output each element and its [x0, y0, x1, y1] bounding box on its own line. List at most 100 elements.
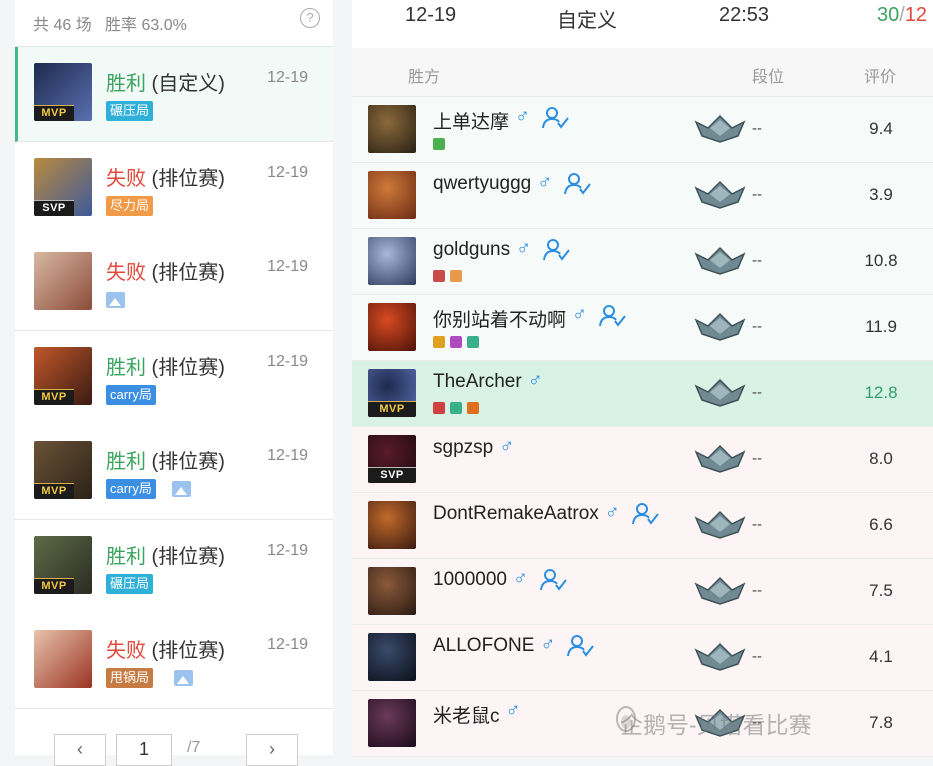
header-side: 胜方: [408, 69, 441, 86]
player-avatar[interactable]: [368, 105, 416, 153]
male-icon: ♂: [604, 501, 620, 523]
player-rating: 8.0: [869, 449, 893, 468]
match-tag: 碾压局: [106, 101, 154, 121]
player-name[interactable]: 米老鼠c: [433, 701, 500, 728]
rank-emblem-icon: [694, 312, 746, 342]
player-avatar[interactable]: SVP: [368, 435, 416, 483]
match-tag: 尽力局: [106, 195, 154, 216]
player-row[interactable]: ALLOFONE ♂ -- 4.1: [352, 625, 933, 691]
add-friend-icon[interactable]: [563, 172, 592, 196]
male-icon: ♂: [512, 567, 528, 589]
rank-emblem-icon: [694, 576, 746, 606]
players-table-header: 胜方 段位 评价: [352, 48, 933, 97]
next-page-button[interactable]: ›: [246, 734, 298, 766]
match-list-item[interactable]: MVP 胜利 (排位赛) 12-19 碾压局: [15, 519, 333, 615]
male-icon: ♂: [515, 105, 531, 127]
add-friend-icon[interactable]: [539, 568, 567, 592]
match-list-item[interactable]: MVP 胜利 (排位赛) 12-19 carry局: [15, 330, 333, 426]
add-friend-icon[interactable]: [541, 106, 569, 130]
player-name[interactable]: qwertyuggg: [433, 173, 531, 195]
achievement-icon: [433, 138, 445, 150]
player-avatar[interactable]: [368, 567, 416, 615]
player-name[interactable]: 1000000: [433, 569, 507, 591]
player-name[interactable]: 你别站着不动啊: [433, 305, 566, 332]
champion-avatar: [34, 252, 92, 310]
prev-page-button[interactable]: ‹: [54, 734, 106, 766]
player-row[interactable]: SVP sgpzsp ♂ -- 8.0: [352, 427, 933, 493]
result-label: 失败: [106, 640, 146, 662]
achievement-icons: [433, 137, 450, 151]
player-rating: 4.1: [869, 647, 893, 666]
record-summary: 共 46 场 胜率 63.0% ?: [15, 0, 333, 47]
match-list-item[interactable]: 失败 (排位赛) 12-19 甩锅局: [15, 614, 333, 709]
match-date: 12-19: [267, 636, 308, 653]
image-icon[interactable]: [106, 292, 125, 308]
result-label: 胜利: [106, 356, 146, 379]
match-list-item[interactable]: MVP 胜利 (自定义) 12-19 碾压局: [15, 47, 333, 142]
player-name[interactable]: 上单达摩: [433, 107, 509, 134]
header-rating: 评价: [864, 69, 897, 86]
player-rating: 10.8: [864, 251, 898, 270]
player-row[interactable]: 1000000 ♂ -- 7.5: [352, 559, 933, 625]
rank-value: --: [752, 120, 762, 137]
player-avatar[interactable]: [368, 171, 416, 219]
match-result: 胜利 (排位赛): [106, 540, 225, 569]
player-avatar[interactable]: [368, 237, 416, 285]
rank-emblem-icon: [694, 642, 746, 672]
result-label: 胜利: [106, 545, 146, 568]
rank-emblem-icon: [694, 510, 746, 540]
game-mode-label: (排位赛): [146, 262, 225, 284]
match-tag: 甩锅局: [106, 668, 154, 688]
mvp-badge: MVP: [368, 401, 416, 417]
match-date: 12-19: [267, 447, 308, 464]
match-date: 12-19: [267, 352, 308, 370]
player-name[interactable]: DontRemakeAatrox: [433, 503, 599, 525]
record-summary-text: 共 46 场 胜率 63.0%: [33, 17, 187, 34]
game-mode-label: (排位赛): [146, 167, 225, 190]
player-name[interactable]: ALLOFONE: [433, 635, 534, 657]
achievement-icon: [467, 336, 479, 348]
player-row[interactable]: goldguns ♂ -- 10.8: [352, 229, 933, 295]
achievement-icons: [433, 335, 484, 349]
player-avatar[interactable]: [368, 303, 416, 351]
player-avatar[interactable]: [368, 501, 416, 549]
male-icon: ♂: [540, 633, 556, 655]
match-duration: 22:53: [719, 4, 770, 26]
rank-value: --: [752, 252, 762, 269]
match-list-item[interactable]: 失败 (排位赛) 12-19: [15, 236, 333, 331]
svp-badge: SVP: [368, 467, 416, 483]
match-list-item[interactable]: MVP 胜利 (排位赛) 12-19 carry局: [15, 425, 333, 520]
match-list-item[interactable]: SVP 失败 (排位赛) 12-19 尽力局: [15, 141, 333, 237]
rank-value: --: [752, 186, 762, 203]
game-mode-label: (排位赛): [146, 545, 225, 568]
player-name[interactable]: goldguns: [433, 239, 510, 261]
player-avatar[interactable]: [368, 633, 416, 681]
add-friend-icon[interactable]: [542, 238, 570, 262]
current-page-field[interactable]: 1: [116, 734, 172, 766]
player-rating: 3.9: [869, 185, 893, 204]
player-row[interactable]: qwertyuggg ♂ -- 3.9: [352, 163, 933, 229]
player-avatar[interactable]: MVP: [368, 369, 416, 417]
rank-emblem-icon: [694, 444, 746, 474]
player-avatar[interactable]: [368, 699, 416, 747]
player-row[interactable]: 你别站着不动啊 ♂ -- 11.9: [352, 295, 933, 361]
player-name[interactable]: sgpzsp: [433, 437, 493, 459]
player-row[interactable]: MVP TheArcher ♂ -- 12.8: [352, 361, 933, 427]
image-icon[interactable]: [174, 670, 193, 686]
image-icon[interactable]: [172, 481, 191, 497]
player-rating: 6.6: [869, 515, 893, 534]
game-mode-label: (排位赛): [146, 356, 225, 379]
champion-avatar: MVP: [34, 535, 92, 594]
male-icon: ♂: [572, 303, 588, 325]
add-friend-icon[interactable]: [631, 502, 659, 526]
player-row[interactable]: DontRemakeAatrox ♂ -- 6.6: [352, 493, 933, 559]
player-name[interactable]: TheArcher: [433, 371, 522, 393]
match-tag: carry局: [106, 479, 156, 499]
add-friend-icon[interactable]: [566, 634, 595, 658]
add-friend-icon[interactable]: [598, 304, 626, 328]
champion-avatar: MVP: [34, 441, 92, 499]
pagination: ‹ 1 /7 ›: [15, 708, 333, 766]
help-icon[interactable]: ?: [300, 8, 320, 28]
player-row[interactable]: 上单达摩 ♂ -- 9.4: [352, 97, 933, 163]
score-separator: /: [899, 4, 905, 26]
